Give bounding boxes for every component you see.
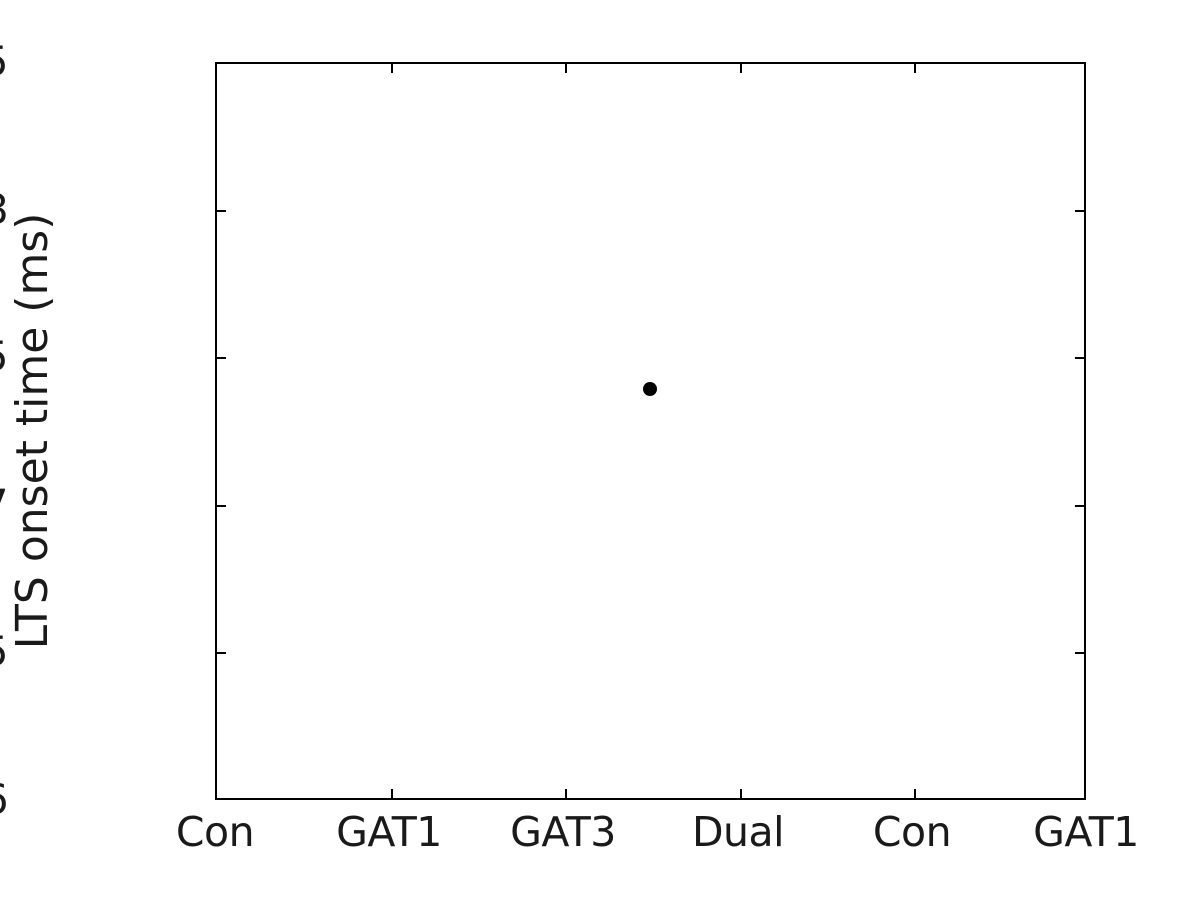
y-tick-label-1258-5: 1258.5 (0, 41, 9, 83)
plot-area[interactable] (215, 62, 1086, 800)
x-tick-bottom-dual (740, 789, 742, 798)
y-tick-left-1258 (217, 209, 226, 212)
y-tick-left-1257-5 (217, 357, 226, 360)
x-tick-label-gat3: GAT3 (510, 808, 616, 856)
x-tick-label-dual: Dual (691, 808, 785, 856)
y-tick-right-1256-5 (1075, 652, 1084, 655)
x-tick-top-gat3 (565, 64, 567, 73)
x-tick-top-con-2 (914, 64, 916, 73)
y-tick-label-1257-5: 1257.5 (0, 336, 9, 378)
x-tick-label-con-1: Con (175, 808, 255, 856)
y-tick-right-1257-5 (1075, 357, 1084, 360)
x-tick-top-gat1-1 (391, 64, 393, 73)
figure-canvas: LTS onset time (ms) 1256 1256.5 1257 125… (0, 0, 1200, 900)
x-tick-bottom-gat3 (565, 789, 567, 798)
y-tick-right-1258 (1075, 209, 1084, 212)
y-tick-label-1258: 1258 (0, 189, 9, 231)
y-tick-left-1256-5 (217, 652, 226, 655)
y-tick-label-1256: 1256 (0, 779, 9, 821)
x-tick-label-gat1-2: GAT1 (1033, 808, 1139, 856)
data-point[interactable] (642, 381, 657, 396)
y-tick-label-1256-5: 1256.5 (0, 631, 9, 673)
y-tick-left-1257 (217, 504, 226, 507)
y-tick-label-1257: 1257 (0, 484, 9, 526)
x-tick-top-dual (740, 64, 742, 73)
x-tick-bottom-gat1-1 (391, 789, 393, 798)
y-axis-label: LTS onset time (ms) (7, 212, 58, 650)
x-tick-bottom-con-2 (914, 789, 916, 798)
x-tick-label-gat1-1: GAT1 (336, 808, 442, 856)
x-tick-label-con-2: Con (872, 808, 952, 856)
y-tick-right-1257 (1075, 504, 1084, 507)
